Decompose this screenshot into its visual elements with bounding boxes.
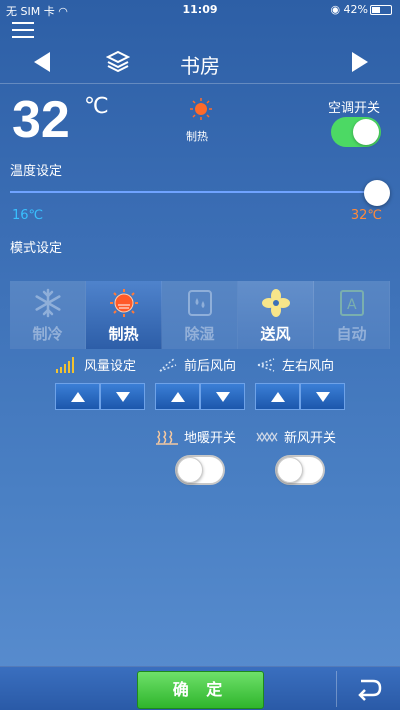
mode-dehumidify-button[interactable]: 除湿 — [162, 281, 238, 349]
header-divider — [0, 83, 400, 84]
fresh-air-text: 新风开关 — [284, 431, 337, 446]
ac-switch-label: 空调开关 — [328, 101, 381, 116]
horizontal-swing-label: 左右风向 — [256, 355, 334, 374]
horizontal-swing-up-button[interactable] — [255, 383, 300, 410]
floor-heating-label: 地暖开关 — [156, 427, 236, 446]
bottom-divider — [336, 671, 337, 707]
down-arrow-icon — [315, 391, 330, 402]
signal-bars-icon — [56, 356, 74, 373]
heating-sun-icon — [190, 98, 212, 120]
mode-heat-button[interactable]: 制热 — [86, 281, 162, 349]
temperature-setting-label: 温度设定 — [10, 164, 63, 179]
fan-speed-text: 风量设定 — [84, 359, 137, 374]
down-arrow-icon — [215, 391, 230, 402]
room-header: 书房 — [0, 42, 400, 82]
down-arrow-icon — [115, 391, 130, 402]
floor-heating-icon — [156, 429, 178, 445]
vertical-airflow-icon — [159, 357, 177, 372]
mode-auto-label: 自动 — [336, 325, 367, 343]
mode-cool-button[interactable]: 制冷 — [10, 281, 86, 349]
status-bar: 无 SIM 卡 ◠ 11:09 ◉ 42% — [0, 0, 400, 20]
mode-fan-label: 送风 — [260, 325, 291, 343]
mode-selector: 制冷 制热 除湿 送风 A 自动 — [10, 281, 390, 349]
menu-icon[interactable] — [12, 22, 34, 38]
sun-icon — [109, 289, 138, 317]
vertical-swing-text: 前后风向 — [184, 359, 237, 374]
battery-icon — [370, 5, 392, 15]
mode-heat-label: 制热 — [108, 325, 139, 343]
temperature-unit: ℃ — [84, 94, 109, 119]
current-mode-label: 制热 — [186, 130, 208, 143]
droplets-icon — [187, 290, 212, 316]
fan-speed-down-button[interactable] — [100, 383, 145, 410]
next-room-button[interactable] — [352, 52, 368, 72]
temperature-slider-knob[interactable] — [364, 180, 390, 206]
bottom-bar: 确 定 — [0, 666, 400, 710]
current-temperature: 32 — [12, 91, 70, 149]
vertical-swing-label: 前后风向 — [158, 355, 236, 374]
room-title: 书房 — [180, 54, 220, 78]
back-icon[interactable] — [355, 675, 383, 703]
confirm-button[interactable]: 确 定 — [137, 671, 264, 709]
slider-max-label: 32℃ — [350, 208, 382, 223]
mode-cool-label: 制冷 — [32, 325, 63, 343]
snowflake-icon — [34, 288, 61, 318]
svg-text:A: A — [347, 297, 357, 313]
up-arrow-icon — [170, 391, 185, 402]
mode-dehumidify-label: 除湿 — [184, 325, 215, 343]
mode-fan-button[interactable]: 送风 — [238, 281, 314, 349]
floor-heating-text: 地暖开关 — [184, 431, 237, 446]
mode-auto-button[interactable]: A 自动 — [314, 281, 390, 349]
floor-heating-toggle[interactable] — [175, 455, 225, 485]
fresh-air-label: 新风开关 — [256, 427, 336, 446]
horizontal-swing-text: 左右风向 — [282, 359, 335, 374]
fan-speed-stepper — [55, 383, 145, 410]
horizontal-swing-stepper — [255, 383, 345, 410]
fresh-air-toggle[interactable] — [275, 455, 325, 485]
up-arrow-icon — [70, 391, 85, 402]
slider-min-label: 16℃ — [12, 208, 44, 223]
vertical-swing-up-button[interactable] — [155, 383, 200, 410]
auto-icon: A — [339, 290, 364, 316]
vertical-swing-stepper — [155, 383, 245, 410]
battery-status: ◉ 42% — [330, 3, 392, 16]
horizontal-swing-down-button[interactable] — [300, 383, 345, 410]
fan-speed-label: 风量设定 — [56, 355, 136, 374]
fan-icon — [261, 289, 290, 317]
horizontal-airflow-icon — [257, 357, 275, 372]
lock-rotation-icon: ◉ — [330, 3, 341, 16]
mode-setting-label: 模式设定 — [10, 241, 63, 256]
vertical-swing-down-button[interactable] — [200, 383, 245, 410]
temperature-slider-track[interactable] — [10, 191, 380, 193]
ac-power-toggle[interactable] — [331, 117, 381, 147]
fresh-air-icon — [256, 431, 278, 442]
up-arrow-icon — [270, 391, 285, 402]
fan-speed-up-button[interactable] — [55, 383, 100, 410]
